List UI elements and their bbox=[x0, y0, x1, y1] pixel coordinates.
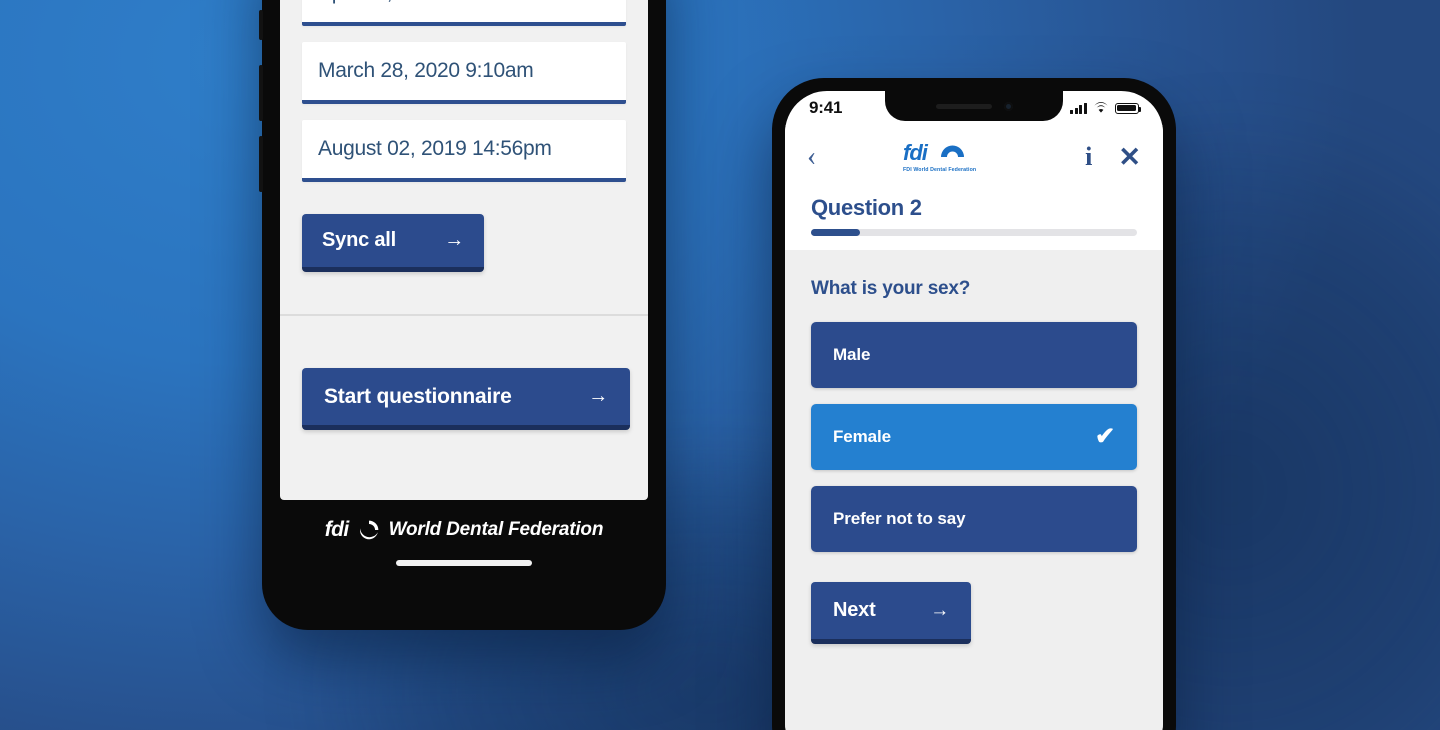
question-step-label: Question 2 bbox=[811, 195, 922, 220]
next-button[interactable]: Next → bbox=[811, 582, 971, 644]
fdi-logo-word: fdi bbox=[324, 518, 349, 541]
question-progress-header: Question 2 bbox=[785, 189, 1163, 236]
signal-bars-icon bbox=[1070, 102, 1087, 114]
option-label: Male bbox=[833, 345, 871, 364]
header-actions: i ✕ bbox=[1085, 143, 1141, 171]
wifi-icon bbox=[1094, 102, 1108, 113]
question-prompt: What is your sex? bbox=[811, 278, 971, 299]
svg-text:fdi: fdi bbox=[903, 140, 929, 165]
left-phone-device: April 01, 2020 11:49am March 28, 2020 9:… bbox=[259, 0, 666, 630]
progress-bar bbox=[811, 229, 1137, 236]
fdi-tagline: World Dental Federation bbox=[388, 519, 604, 540]
list-item[interactable]: March 28, 2020 9:10am bbox=[302, 42, 626, 104]
list-item[interactable]: April 01, 2020 11:49am bbox=[302, 0, 626, 26]
progress-bar-fill bbox=[811, 229, 860, 236]
sync-date-list: April 01, 2020 11:49am March 28, 2020 9:… bbox=[280, 0, 648, 182]
arrow-right-icon: → bbox=[930, 599, 949, 621]
sync-all-label: Sync all bbox=[322, 229, 396, 251]
back-icon[interactable]: ‹ bbox=[807, 143, 816, 171]
questionnaire-body: Question 2 What is your sex? Male Female… bbox=[785, 189, 1163, 730]
status-time: 9:41 bbox=[809, 98, 843, 117]
battery-full-icon bbox=[1115, 102, 1142, 114]
fdi-brand-footer: fdi World Dental Federation bbox=[262, 510, 666, 550]
date-label: August 02, 2019 14:56pm bbox=[318, 137, 552, 160]
front-camera-icon bbox=[1003, 101, 1013, 111]
app-header: ‹ fdi FDI World Dental Federation i ✕ bbox=[785, 125, 1163, 189]
device-notch bbox=[885, 91, 1063, 121]
date-label: March 28, 2020 9:10am bbox=[318, 59, 534, 82]
mute-switch[interactable] bbox=[259, 10, 263, 40]
right-phone-screen: 9:41 ‹ fdi FDI World Dental Federation i… bbox=[785, 91, 1163, 730]
left-phone-screen: April 01, 2020 11:49am March 28, 2020 9:… bbox=[280, 0, 648, 500]
fdi-logo-subtitle: FDI World Dental Federation bbox=[903, 167, 976, 173]
fdi-logo-icon: fdi FDI World Dental Federation bbox=[903, 140, 976, 173]
info-icon[interactable]: i bbox=[1085, 144, 1092, 170]
answer-options: Male Female ✔ Prefer not to say bbox=[785, 300, 1163, 552]
right-phone-device: 9:41 ‹ fdi FDI World Dental Federation i… bbox=[772, 78, 1176, 730]
fdi-logo: fdi FDI World Dental Federation bbox=[816, 137, 1085, 177]
earpiece-speaker bbox=[935, 103, 992, 109]
section-divider bbox=[280, 314, 648, 316]
arrow-right-icon: → bbox=[444, 229, 464, 251]
check-icon: ✔ bbox=[1094, 423, 1115, 450]
option-male[interactable]: Male bbox=[811, 322, 1137, 388]
fdi-swoosh-icon bbox=[359, 520, 378, 540]
close-icon[interactable]: ✕ bbox=[1118, 143, 1141, 171]
volume-down-button[interactable] bbox=[259, 136, 263, 192]
volume-up-button[interactable] bbox=[259, 65, 263, 121]
option-label: Female bbox=[833, 427, 891, 446]
home-indicator[interactable] bbox=[396, 560, 532, 566]
start-questionnaire-label: Start questionnaire bbox=[324, 384, 512, 408]
date-label: April 01, 2020 11:49am bbox=[318, 0, 527, 5]
arrow-right-icon: → bbox=[588, 385, 608, 407]
status-icons bbox=[1070, 102, 1142, 114]
list-item[interactable]: August 02, 2019 14:56pm bbox=[302, 120, 626, 182]
sync-all-button[interactable]: Sync all → bbox=[302, 214, 484, 272]
option-female[interactable]: Female ✔ bbox=[811, 404, 1137, 470]
option-label: Prefer not to say bbox=[833, 509, 966, 528]
next-label: Next bbox=[833, 599, 876, 621]
start-questionnaire-button[interactable]: Start questionnaire → bbox=[302, 368, 630, 430]
header-spacer bbox=[785, 236, 1163, 250]
option-prefer-not-to-say[interactable]: Prefer not to say bbox=[811, 486, 1137, 552]
